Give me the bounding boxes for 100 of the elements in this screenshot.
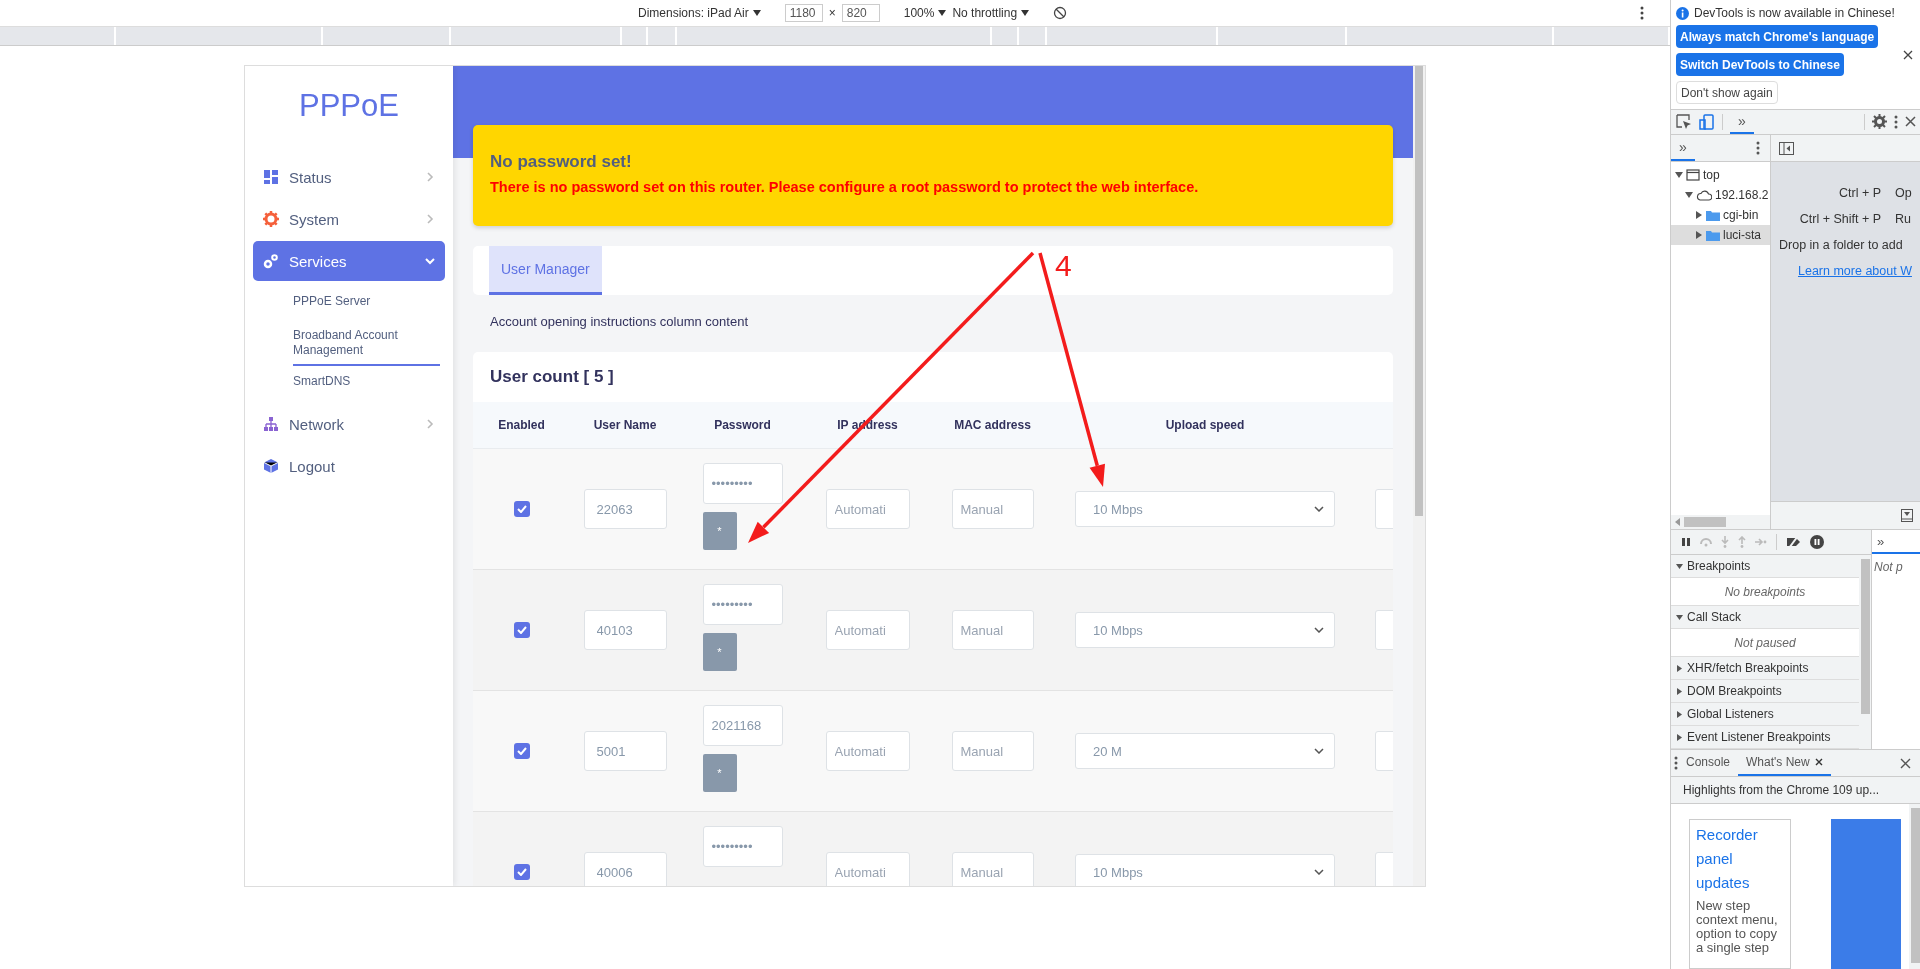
annotation-label: 4 xyxy=(1055,249,1072,282)
scrollbar[interactable] xyxy=(1909,804,1920,969)
drawer-tab[interactable]: Console xyxy=(1678,750,1739,776)
section-header[interactable]: Call Stack xyxy=(1671,606,1859,629)
check-icon xyxy=(516,505,527,513)
ip-address-field[interactable]: Automati xyxy=(825,489,910,529)
device-toggle-icon[interactable] xyxy=(1699,113,1715,130)
checkbox[interactable] xyxy=(513,622,530,638)
column-header: Upload speed xyxy=(1165,418,1245,432)
menu-item[interactable]: System xyxy=(253,199,445,239)
scope-message: Not p xyxy=(1873,559,1904,576)
submenu-item[interactable]: Broadband Account Management xyxy=(293,319,440,366)
zoom-dropdown[interactable]: 100% xyxy=(903,6,935,20)
section-header[interactable]: XHR/fetch Breakpoints xyxy=(1671,657,1859,680)
menu-item[interactable]: Logout xyxy=(253,446,445,487)
column-header: MAC address xyxy=(954,418,1031,432)
sidebar-toggle-icon[interactable] xyxy=(1779,141,1794,155)
more-icon[interactable] xyxy=(1640,6,1644,20)
feature-link[interactable]: Recorder panel updates xyxy=(1696,823,1784,895)
caret-icon[interactable] xyxy=(752,10,761,16)
mac-address-field[interactable]: Manual xyxy=(951,489,1034,529)
caret-icon[interactable] xyxy=(938,10,947,16)
menu-item[interactable]: Status xyxy=(253,157,445,197)
caret-icon[interactable] xyxy=(1021,10,1030,16)
checkbox[interactable] xyxy=(513,743,530,759)
section-header[interactable]: Event Listener Breakpoints xyxy=(1671,726,1859,749)
close-icon[interactable] xyxy=(1814,758,1823,766)
triangle-right-icon[interactable] xyxy=(1695,231,1703,240)
mac-address-field[interactable]: Manual xyxy=(951,852,1034,886)
section-header[interactable]: Breakpoints xyxy=(1671,555,1859,578)
learn-more-link[interactable]: Learn more about W xyxy=(1798,264,1912,279)
warning-title: No password set! xyxy=(490,152,633,172)
mac-address-field[interactable]: Manual xyxy=(951,610,1034,650)
menu-item[interactable]: Network xyxy=(253,404,445,445)
infobar-button[interactable]: Always match Chrome's language xyxy=(1676,25,1879,48)
section-header[interactable]: Global Listeners xyxy=(1671,703,1859,726)
close-icon[interactable] xyxy=(1903,50,1913,60)
chevron-down-icon xyxy=(1314,506,1324,512)
triangle-right-icon xyxy=(1676,733,1683,741)
whats-new-headline: Highlights from the Chrome 109 up... xyxy=(1683,783,1880,797)
menu-item[interactable]: Services xyxy=(253,241,445,281)
section-message: Not paused xyxy=(1734,635,1796,650)
tree-item[interactable]: cgi-bin xyxy=(1671,205,1770,226)
settings-icon[interactable] xyxy=(1872,114,1887,130)
ip-address-field[interactable]: Automati xyxy=(825,852,910,886)
scroll-left-icon[interactable] xyxy=(1675,518,1680,526)
close-icon[interactable] xyxy=(1900,757,1911,769)
device-dropdown[interactable]: Dimensions: iPad Air xyxy=(638,6,749,20)
height-field[interactable]: 820 xyxy=(841,4,880,22)
inspect-icon[interactable] xyxy=(1676,113,1692,130)
infobar-button[interactable]: Switch DevTools to Chinese xyxy=(1676,53,1844,76)
triangle-down-icon xyxy=(1676,613,1683,621)
check-icon xyxy=(516,868,527,876)
tree-item[interactable]: top xyxy=(1671,165,1770,186)
more-icon[interactable] xyxy=(1894,114,1898,129)
feature-description: New step context menu, option to copy a single step xyxy=(1696,899,1779,955)
rotate-icon[interactable] xyxy=(1053,6,1068,20)
shortcut-keys: Ctrl + Shift + P xyxy=(1799,212,1881,227)
submenu-item[interactable]: PPPoE Server xyxy=(293,286,440,320)
panel-tab[interactable]: » xyxy=(1872,530,1920,554)
checkbox[interactable] xyxy=(513,501,530,517)
scrollbar[interactable] xyxy=(1859,555,1871,749)
workspace-hint: Drop in a folder to add xyxy=(1779,238,1903,253)
mac-address-field[interactable]: Manual xyxy=(951,731,1034,771)
more-icon[interactable] xyxy=(1756,141,1760,156)
cube-icon xyxy=(263,458,279,475)
triangle-down-icon[interactable] xyxy=(1685,191,1693,200)
tree-item[interactable]: 192.168.2 xyxy=(1671,185,1770,206)
deactivate-breakpoints-icon[interactable] xyxy=(1786,536,1801,548)
infobar-message: DevTools is now available in Chinese! xyxy=(1694,6,1895,20)
throttling-dropdown[interactable]: No throttling xyxy=(952,6,1018,20)
submenu-item[interactable]: SmartDNS xyxy=(293,365,440,400)
pause-icon[interactable] xyxy=(1681,537,1691,547)
infobar-button[interactable]: Don't show again xyxy=(1676,81,1778,104)
tree-item[interactable]: luci-sta xyxy=(1671,225,1770,246)
ip-address-field[interactable]: Automati xyxy=(825,731,910,771)
dashboard-icon xyxy=(263,169,279,185)
scrollbar[interactable] xyxy=(1413,66,1425,886)
network-icon xyxy=(263,416,279,433)
check-icon xyxy=(516,626,527,634)
folder-icon xyxy=(1706,229,1720,241)
chevron-right-icon xyxy=(425,419,435,430)
chevron-down-icon xyxy=(1314,748,1324,754)
chevron-down-icon xyxy=(1314,869,1324,875)
window-icon xyxy=(1686,169,1700,182)
pause-on-exceptions-icon[interactable] xyxy=(1810,535,1824,549)
folder-icon xyxy=(1706,209,1720,221)
width-field[interactable]: 1180 xyxy=(784,4,823,22)
ip-address-field[interactable]: Automati xyxy=(825,610,910,650)
scrollbar[interactable] xyxy=(1671,515,1770,529)
section-header[interactable]: DOM Breakpoints xyxy=(1671,680,1859,703)
shortcut-keys: Ctrl + P xyxy=(1838,186,1881,201)
triangle-right-icon[interactable] xyxy=(1695,211,1703,220)
drawer-toggle-icon[interactable] xyxy=(1901,509,1913,522)
chevron-right-icon xyxy=(425,172,435,182)
checkbox[interactable] xyxy=(513,864,530,880)
triangle-down-icon[interactable] xyxy=(1675,171,1683,180)
more-icon[interactable] xyxy=(1674,756,1678,770)
user-count-title: User count [ 5 ] xyxy=(490,367,614,387)
close-icon[interactable] xyxy=(1905,116,1916,128)
